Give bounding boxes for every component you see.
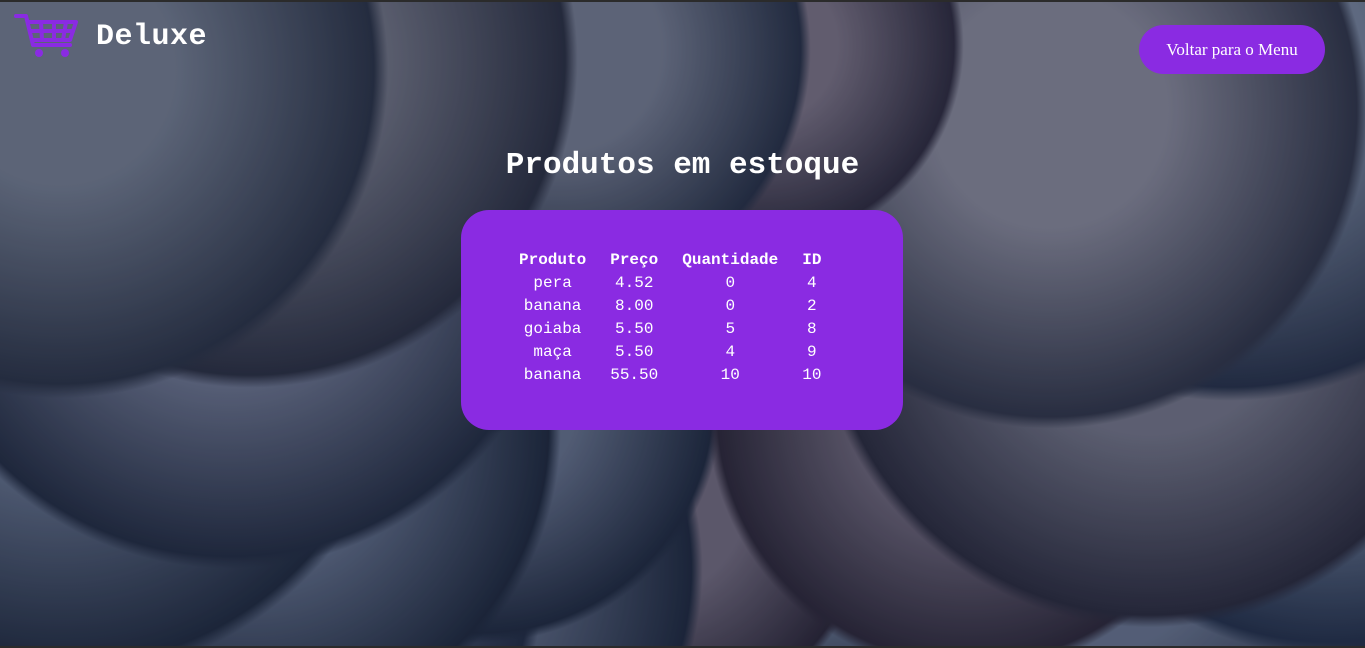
cell-quantidade: 0 — [725, 296, 736, 315]
cell-preco: 8.00 — [615, 296, 654, 315]
stock-card: Produto Preço Quantidade ID pera 4.52 0 … — [461, 210, 903, 430]
top-border — [0, 0, 1365, 2]
cell-produto: banana — [523, 365, 582, 384]
shopping-cart-icon — [14, 12, 80, 60]
cell-preco: 4.52 — [615, 273, 654, 292]
table-header-row: Produto Preço Quantidade ID — [507, 248, 833, 271]
cell-preco: 5.50 — [615, 342, 654, 361]
cell-preco: 5.50 — [615, 319, 654, 338]
cell-id: 8 — [807, 319, 817, 338]
stock-table: Produto Preço Quantidade ID pera 4.52 0 … — [507, 248, 833, 386]
cell-id: 2 — [807, 296, 817, 315]
table-row: banana 55.50 10 10 — [507, 363, 833, 386]
cell-produto: maça — [533, 342, 572, 361]
table-row: banana 8.00 0 2 — [507, 294, 833, 317]
cell-quantidade: 5 — [725, 319, 736, 338]
logo[interactable]: Deluxe — [14, 12, 207, 60]
cell-produto: banana — [523, 296, 582, 315]
cell-quantidade: 4 — [725, 342, 736, 361]
column-header-produto: Produto — [519, 250, 587, 269]
cell-id: 4 — [807, 273, 817, 292]
cell-preco: 55.50 — [610, 365, 659, 384]
column-header-preco: Preço — [610, 250, 659, 269]
cell-id: 9 — [807, 342, 817, 361]
cell-quantidade: 10 — [720, 365, 740, 384]
back-to-menu-button[interactable]: Voltar para o Menu — [1139, 25, 1325, 74]
table-row: goiaba 5.50 5 8 — [507, 317, 833, 340]
cell-produto: goiaba — [523, 319, 582, 338]
brand-name: Deluxe — [96, 20, 208, 54]
cell-id: 10 — [802, 365, 822, 384]
table-row: maça 5.50 4 9 — [507, 340, 833, 363]
table-row: pera 4.52 0 4 — [507, 271, 833, 294]
column-header-quantidade: Quantidade — [682, 250, 779, 269]
page-title: Produtos em estoque — [505, 148, 860, 183]
cell-produto: pera — [533, 273, 572, 292]
cell-quantidade: 0 — [725, 273, 736, 292]
column-header-id: ID — [802, 250, 822, 269]
